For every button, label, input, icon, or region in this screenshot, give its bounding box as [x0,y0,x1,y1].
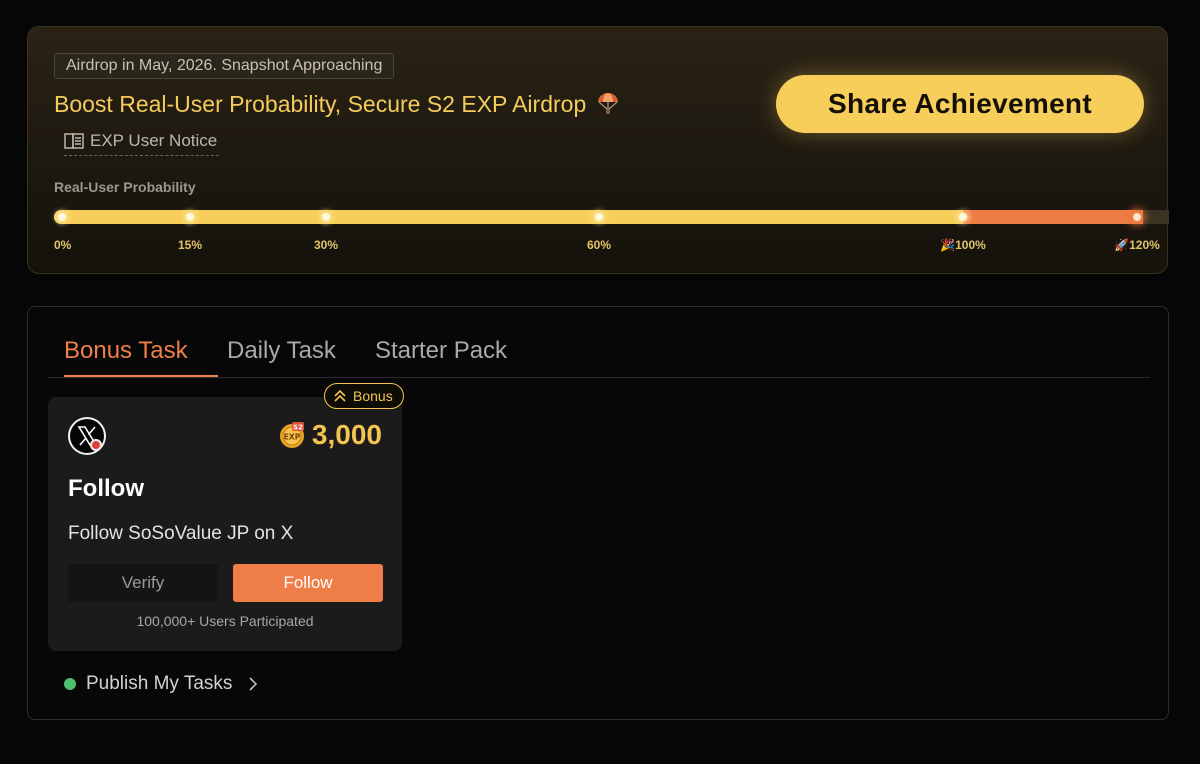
publish-label: Publish My Tasks [86,673,233,694]
x-logo-icon [68,417,106,455]
snapshot-notice-pill: Airdrop in May, 2026. Snapshot Approachi… [54,53,395,79]
notice-label: EXP User Notice [90,131,218,150]
share-achievement-button[interactable]: Share Achievement [776,75,1144,133]
s2-exp-coin-icon: S2 EXP [279,422,304,448]
milestone-label: 0% [54,238,72,252]
milestone-label: 🚀120% [1114,238,1160,252]
tasks-panel: Bonus Task Daily Task Starter Pack S2 EX… [27,306,1169,720]
jp-flag-dot-icon [90,439,102,451]
probability-progress-bar [54,210,1169,224]
milestone-dot [959,213,967,221]
milestone-label: 15% [177,238,203,252]
svg-text:S2: S2 [293,424,303,432]
status-dot-icon [64,678,76,690]
chevron-right-icon [249,677,258,691]
bonus-badge-label: Bonus [353,388,393,404]
double-chevron-up-icon [334,389,346,402]
probability-label: Real-User Probability [54,179,196,195]
milestone-dot [1133,213,1141,221]
task-title: Follow [68,475,144,502]
bonus-badge: Bonus [324,383,404,409]
task-tabs: Bonus Task Daily Task Starter Pack [48,331,1150,378]
milestone-dot [58,213,66,221]
milestone-dot [322,213,330,221]
tab-starter-pack[interactable]: Starter Pack [375,337,507,377]
task-description: Follow SoSoValue JP on X [68,523,294,544]
task-card: S2 EXP 3,000 Follow Follow SoSoValue JP … [48,397,402,651]
tab-bonus-task[interactable]: Bonus Task [64,337,218,377]
publish-my-tasks-link[interactable]: Publish My Tasks [64,673,260,695]
task-reward: S2 EXP 3,000 [278,419,382,451]
follow-button[interactable]: Follow [233,564,383,602]
milestone-label: 🎉100% [940,238,986,252]
notice-document-icon [64,133,84,149]
verify-button[interactable]: Verify [68,564,218,602]
svg-text:EXP: EXP [284,433,301,442]
airdrop-banner: Airdrop in May, 2026. Snapshot Approachi… [27,26,1169,274]
parachute-icon [597,93,618,114]
headline-text: Boost Real-User Probability, Secure S2 E… [54,91,587,117]
milestone-label: 60% [586,238,612,252]
progress-fill-bonus [963,210,1143,224]
tab-daily-task[interactable]: Daily Task [227,337,336,377]
exp-user-notice-link[interactable]: EXP User Notice [64,127,220,156]
milestone-dot [595,213,603,221]
reward-amount: 3,000 [311,419,382,450]
milestone-label: 30% [313,238,339,252]
participants-count: 100,000+ Users Participated [136,613,314,629]
airdrop-headline: Boost Real-User Probability, Secure S2 E… [54,89,620,119]
milestone-dot [186,213,194,221]
